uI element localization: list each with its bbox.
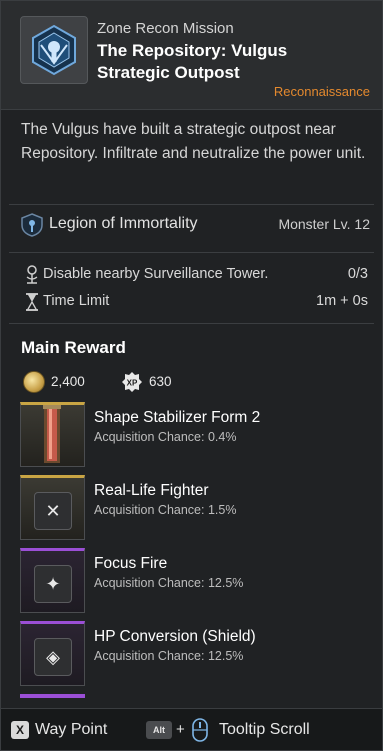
reward-name: Shape Stabilizer Form 2 <box>94 409 261 426</box>
waypoint-label[interactable]: Way Point <box>35 721 107 739</box>
tooltip-footer: X Way Point Alt + Tooltip Scroll <box>1 708 382 750</box>
gold-amount: 2,400 <box>51 374 85 389</box>
reward-name: HP Conversion (Shield) <box>94 628 256 645</box>
focus-fire-icon: ✦ <box>34 565 72 603</box>
currency-row: 2,400 XP 630 <box>21 370 321 394</box>
reward-thumbnail: ✕ <box>20 475 85 540</box>
plus-sign: + <box>176 721 185 738</box>
reward-name: Real-Life Fighter <box>94 482 209 499</box>
xp-badge-label: XP <box>127 379 138 388</box>
faction-row: Legion of Immortality Monster Lv. 12 <box>1 205 382 245</box>
reward-thumbnail <box>20 402 85 467</box>
reward-item[interactable]: ◈ HP Conversion (Shield) Acquisition Cha… <box>20 621 370 687</box>
tower-icon <box>26 265 38 284</box>
reward-chance: Acquisition Chance: 12.5% <box>94 576 244 590</box>
reward-thumbnail-edge <box>20 694 85 698</box>
mission-description: The Vulgus have built a strategic outpos… <box>21 121 366 162</box>
objective-label: Disable nearby Surveillance Tower. <box>43 266 269 282</box>
reward-chance: Acquisition Chance: 12.5% <box>94 649 244 663</box>
alt-key[interactable]: Alt <box>146 721 172 739</box>
time-limit-row: Time Limit 1m + 0s <box>1 290 382 314</box>
objective-row: Disable nearby Surveillance Tower. 0/3 <box>1 263 382 287</box>
time-limit-label: Time Limit <box>43 293 110 309</box>
objective-progress: 0/3 <box>347 266 368 282</box>
main-reward-title: Main Reward <box>21 338 126 357</box>
xp-amount: 630 <box>149 374 172 389</box>
divider <box>9 252 374 253</box>
stabilizer-vial-icon <box>43 405 61 463</box>
waypoint-key[interactable]: X <box>11 721 29 739</box>
mouse-scroll-icon <box>192 718 208 742</box>
mission-tag: Reconnaissance <box>273 84 370 99</box>
reward-thumbnail: ◈ <box>20 621 85 686</box>
tooltip-scroll-label[interactable]: Tooltip Scroll <box>219 721 310 739</box>
faction-shield-icon <box>21 213 43 237</box>
reward-thumbnail: ✦ <box>20 548 85 613</box>
faction-name: Legion of Immortality <box>49 215 198 232</box>
reward-chance: Acquisition Chance: 1.5% <box>94 503 237 517</box>
reward-item[interactable]: Shape Stabilizer Form 2 Acquisition Chan… <box>20 402 370 468</box>
time-limit-value: 1m + 0s <box>316 293 368 309</box>
gold-coin-icon <box>23 371 45 393</box>
reward-item[interactable]: ✕ Real-Life Fighter Acquisition Chance: … <box>20 475 370 541</box>
mission-type: Zone Recon Mission <box>97 20 234 37</box>
reward-name: Focus Fire <box>94 555 168 572</box>
mission-header: Zone Recon Mission The Repository: Vulgu… <box>1 1 382 110</box>
monster-level: Monster Lv. 12 <box>278 216 370 232</box>
hourglass-icon <box>26 293 38 311</box>
mission-emblem-icon <box>20 16 88 84</box>
divider <box>9 323 374 324</box>
shield-conversion-icon: ◈ <box>34 638 72 676</box>
reward-item[interactable]: ✦ Focus Fire Acquisition Chance: 12.5% <box>20 548 370 614</box>
mission-tooltip-panel: Zone Recon Mission The Repository: Vulgu… <box>0 0 383 751</box>
crossed-blades-icon: ✕ <box>34 492 72 530</box>
xp-icon: XP <box>122 372 142 392</box>
reward-chance: Acquisition Chance: 0.4% <box>94 430 237 444</box>
mission-title: The Repository: Vulgus Strategic Outpost <box>97 41 288 82</box>
